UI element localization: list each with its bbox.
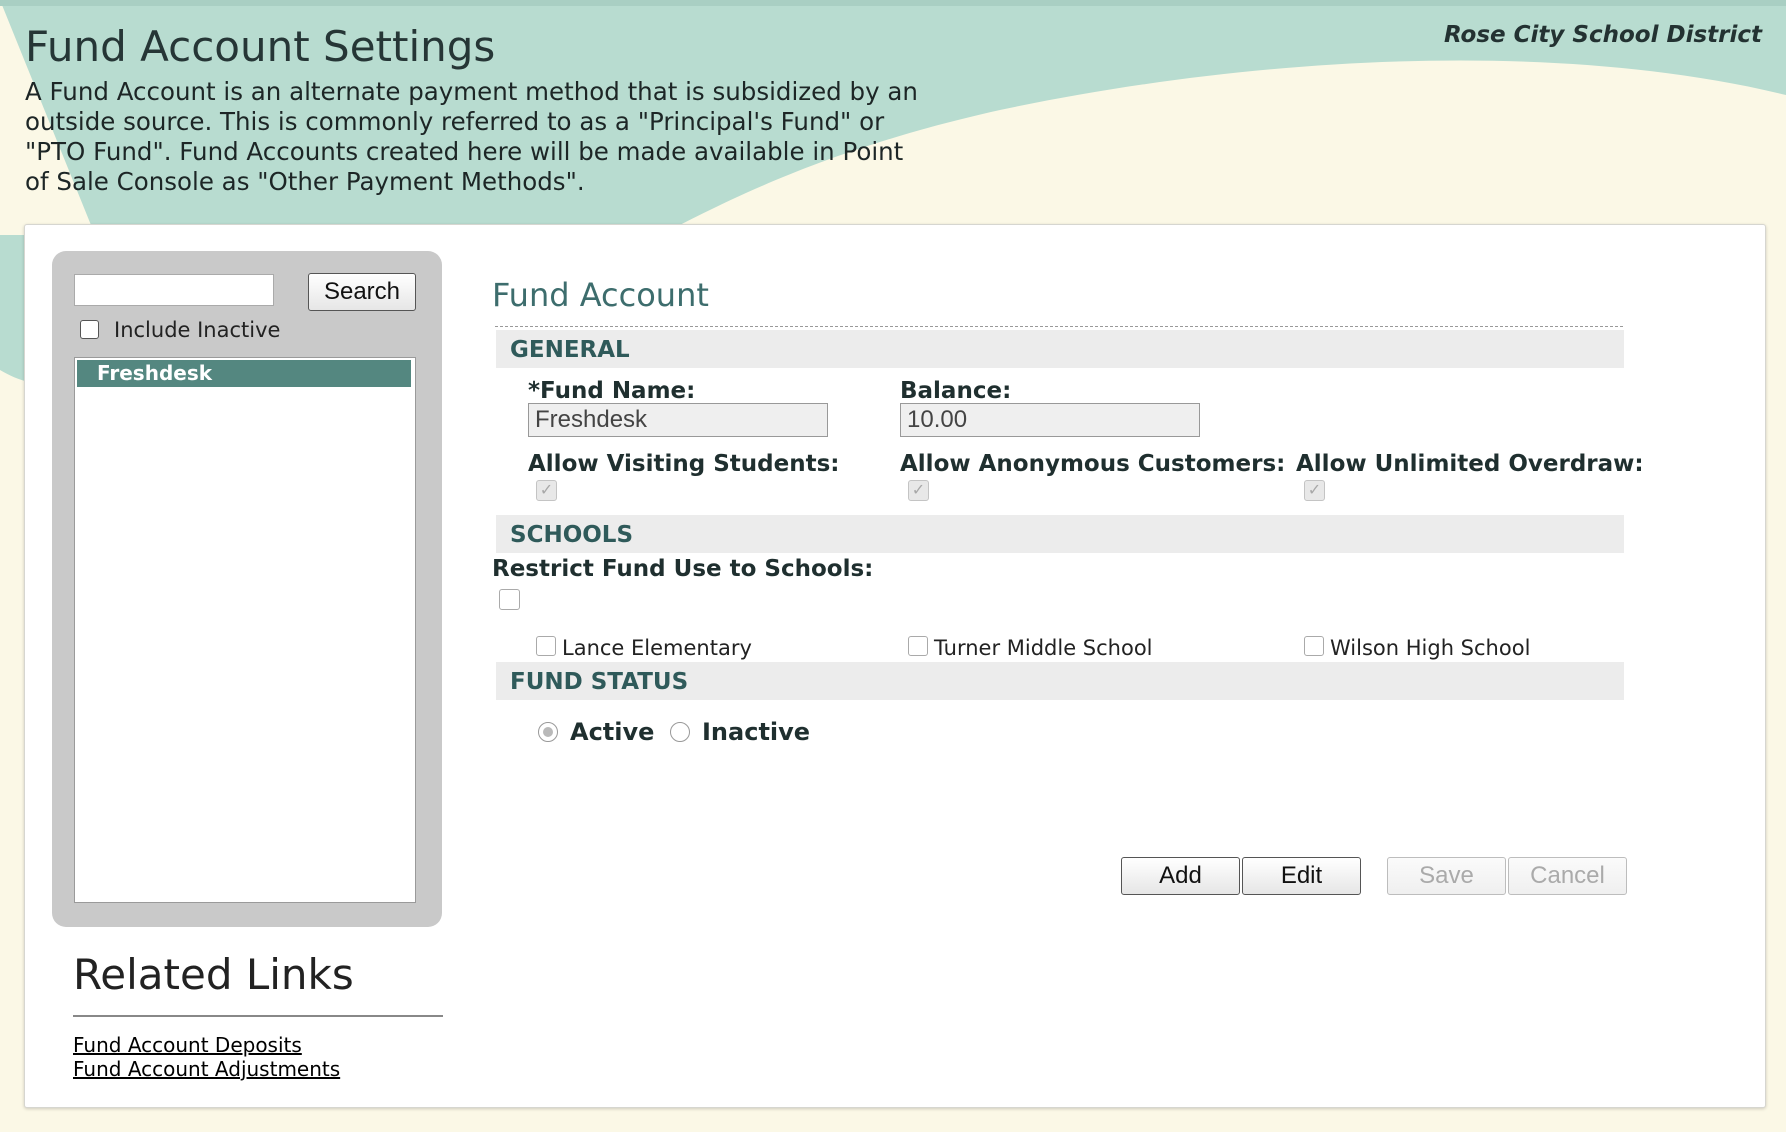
section-fund-status: FUND STATUS [496,662,1624,700]
balance-field[interactable]: 10.00 [900,403,1200,437]
related-links-title: Related Links [73,950,354,999]
balance-label: Balance: [900,378,1012,404]
add-button[interactable]: Add [1121,857,1240,895]
restrict-schools-label: Restrict Fund Use to Schools: [492,556,874,582]
allow-visiting-students-label: Allow Visiting Students: [528,451,840,477]
search-button[interactable]: Search [308,273,416,311]
status-active-label: Active [570,718,655,746]
status-active-radio[interactable] [538,722,558,742]
school-checkbox-lance[interactable] [536,636,556,656]
page-description: A Fund Account is an alternate payment m… [25,77,918,196]
section-schools: SCHOOLS [496,515,1624,553]
restrict-schools-checkbox[interactable] [499,589,520,610]
school-label-turner: Turner Middle School [934,636,1153,660]
allow-visiting-students-checkbox[interactable]: ✓ [536,480,557,501]
school-label-wilson: Wilson High School [1330,636,1531,660]
search-input[interactable] [74,274,274,306]
page-title: Fund Account Settings [25,22,496,71]
section-general-title: GENERAL [510,337,630,363]
edit-button[interactable]: Edit [1242,857,1361,895]
allow-anonymous-customers-label: Allow Anonymous Customers: [900,451,1286,477]
status-inactive-label: Inactive [702,718,811,746]
fund-results-list[interactable]: Freshdesk [74,357,416,903]
district-name: Rose City School District [1443,22,1762,48]
allow-unlimited-overdraw-checkbox[interactable]: ✓ [1304,480,1325,501]
section-schools-title: SCHOOLS [510,522,634,548]
form-title: Fund Account [492,276,709,314]
status-inactive-radio[interactable] [670,722,690,742]
allow-anonymous-customers-checkbox[interactable]: ✓ [908,480,929,501]
section-fund-status-title: FUND STATUS [510,669,689,695]
allow-unlimited-overdraw-label: Allow Unlimited Overdraw: [1296,451,1644,477]
related-links-divider [73,1015,443,1017]
school-checkbox-turner[interactable] [908,636,928,656]
link-fund-account-deposits[interactable]: Fund Account Deposits [73,1033,302,1057]
section-general: GENERAL [496,330,1624,368]
fund-search-box: Search Include Inactive Freshdesk [52,251,442,927]
cancel-button[interactable]: Cancel [1508,857,1627,895]
include-inactive-label: Include Inactive [114,318,281,342]
include-inactive-checkbox[interactable] [80,320,99,339]
fund-name-field[interactable]: Freshdesk [528,403,828,437]
form-title-divider [495,326,1623,327]
school-label-lance: Lance Elementary [562,636,752,660]
fund-name-label: *Fund Name: [528,378,696,404]
list-item[interactable]: Freshdesk [77,360,411,387]
save-button[interactable]: Save [1387,857,1506,895]
school-checkbox-wilson[interactable] [1304,636,1324,656]
link-fund-account-adjustments[interactable]: Fund Account Adjustments [73,1057,340,1081]
